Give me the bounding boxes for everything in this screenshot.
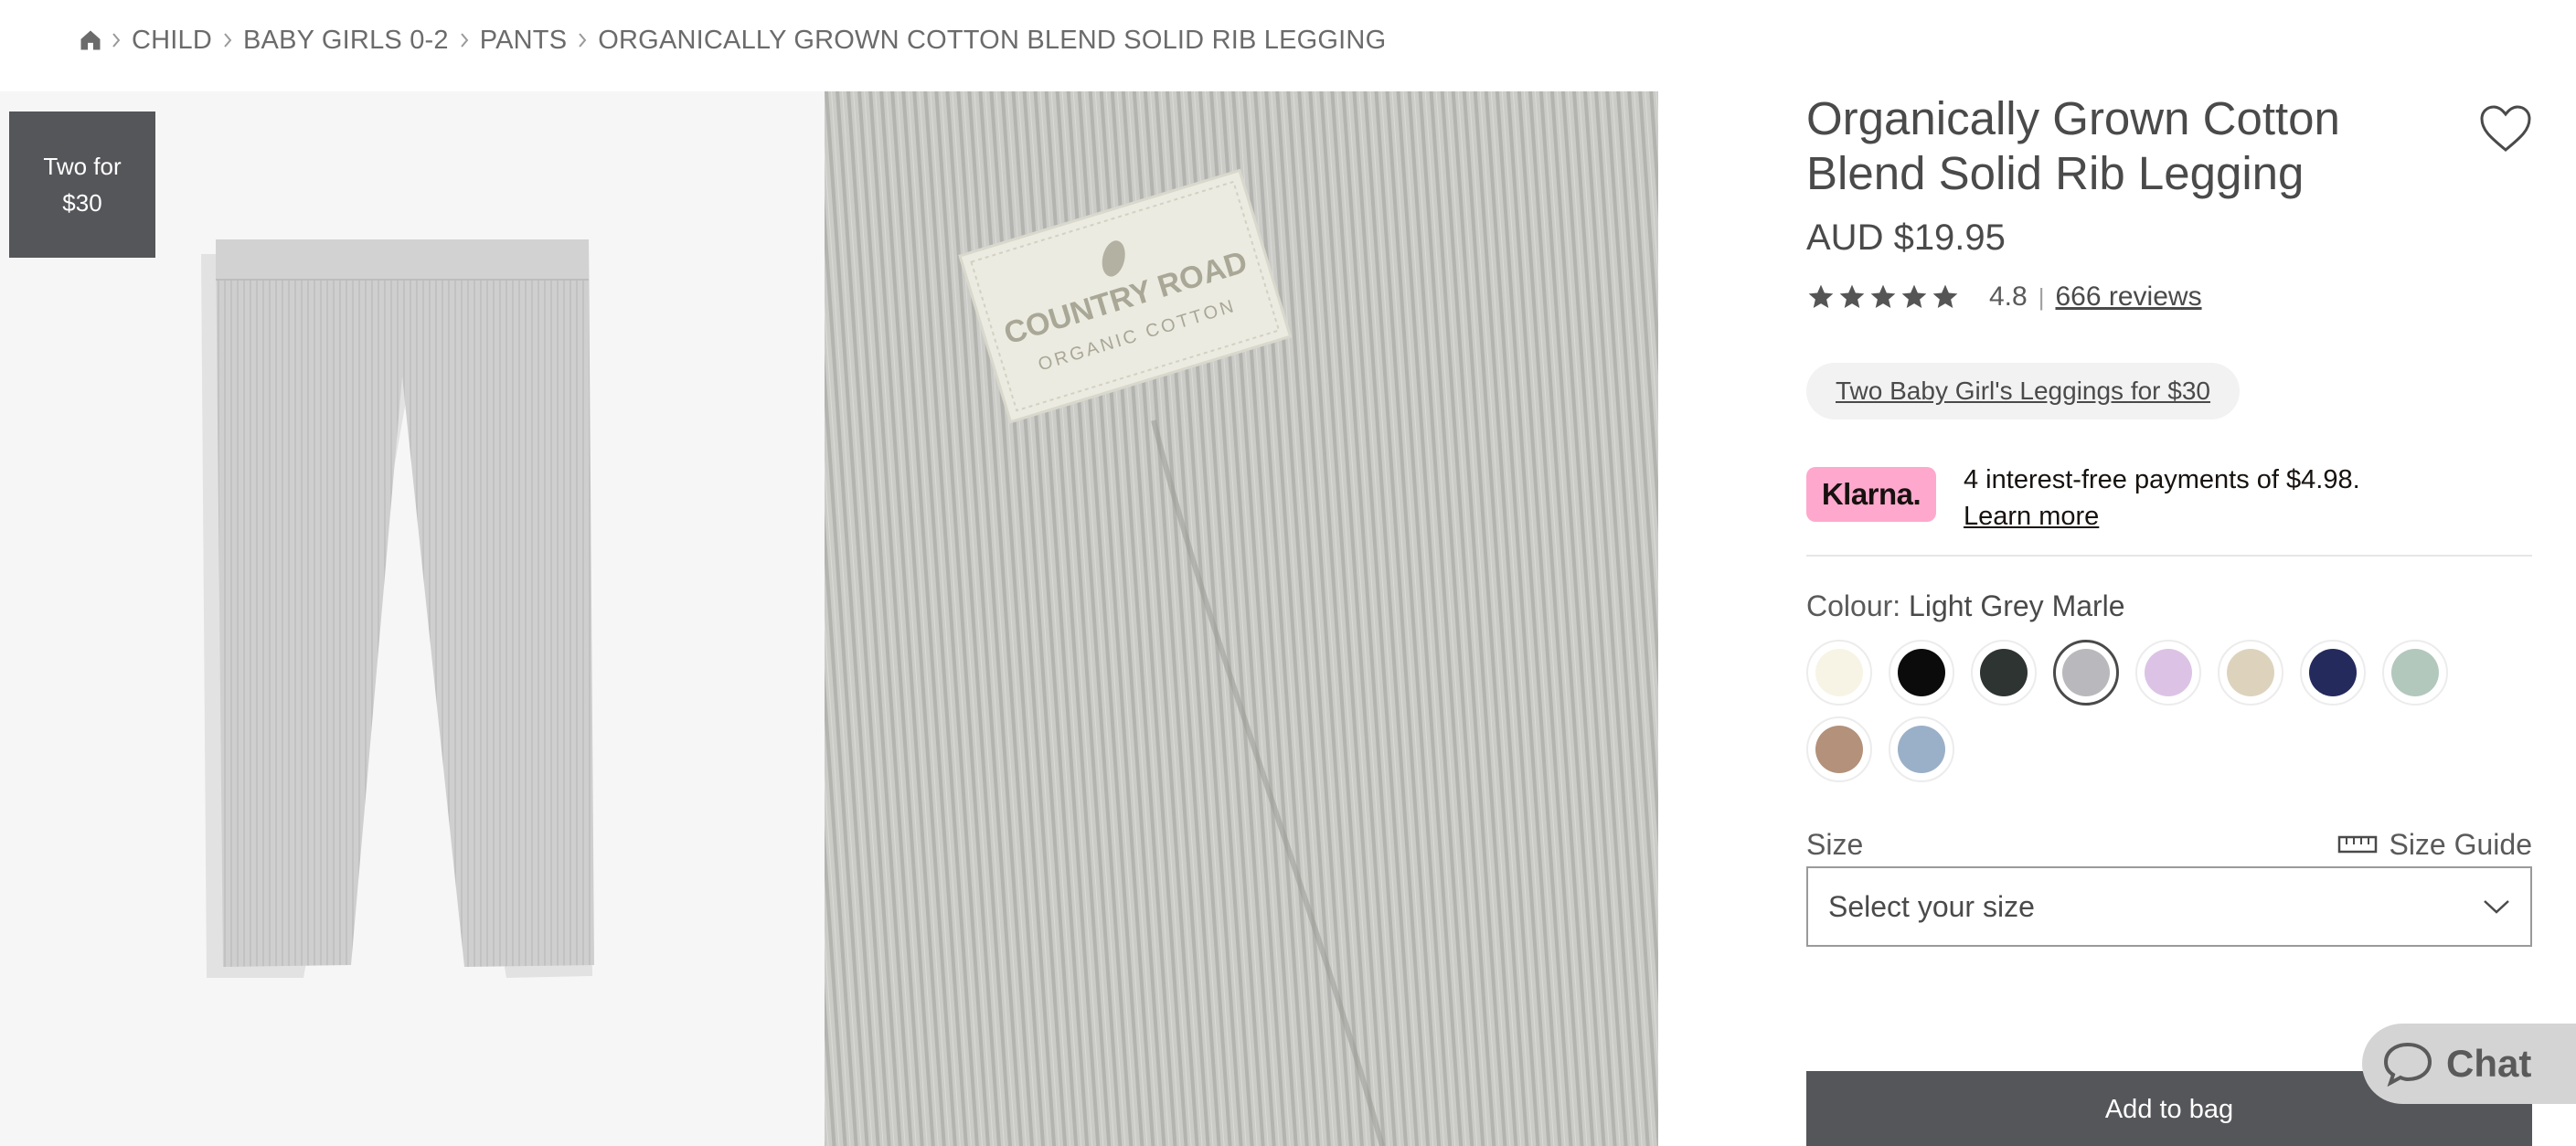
product-image-front[interactable]: Two for $30 [0, 91, 825, 1146]
colour-swatch-ring [1806, 640, 1872, 706]
colour-swatches [1806, 640, 2538, 782]
colour-label-text: Colour: [1806, 589, 1901, 622]
chevron-right-icon [216, 27, 240, 54]
chevron-down-icon [2484, 900, 2509, 914]
colour-swatch[interactable] [1889, 716, 1971, 782]
chevron-right-icon [452, 27, 476, 54]
star-icon [1901, 284, 1927, 308]
colour-label: Colour: Light Grey Marle [1806, 589, 2532, 623]
klarna-installments: Klarna. 4 interest-free payments of $4.9… [1806, 462, 2532, 535]
size-guide-label: Size Guide [2389, 827, 2532, 861]
colour-selected-value: Light Grey Marle [1909, 589, 2125, 622]
breadcrumb-item-child[interactable]: CHILD [128, 26, 216, 56]
colour-swatch-ring [2382, 640, 2448, 706]
colour-swatch-dot [1898, 649, 1945, 696]
colour-swatch-ring [1889, 640, 1954, 706]
colour-swatch-dot [1898, 726, 1945, 773]
colour-swatch-ring [1889, 716, 1954, 782]
product-price: AUD $19.95 [1806, 218, 2006, 258]
breadcrumb-item-baby-girls[interactable]: BABY GIRLS 0-2 [240, 26, 452, 56]
rating-stars [1806, 282, 1960, 312]
size-label: Size [1806, 827, 1864, 861]
colour-swatch-dot [2062, 649, 2110, 696]
rating-summary: 4.8 | 666 reviews [1806, 279, 2532, 315]
colour-swatch[interactable] [2218, 640, 2300, 706]
breadcrumb-item-current[interactable]: ORGANICALLY GROWN COTTON BLEND SOLID RIB… [594, 26, 1389, 56]
size-guide-link[interactable]: Size Guide [2337, 828, 2532, 862]
colour-swatch[interactable] [2053, 640, 2135, 706]
ruler-icon [2338, 835, 2378, 854]
colour-swatch[interactable] [1889, 640, 1971, 706]
chevron-right-icon [570, 27, 594, 54]
colour-swatch[interactable] [1806, 640, 1889, 706]
chevron-right-icon [104, 27, 128, 54]
product-details: Organically Grown Cotton Blend Solid Rib… [1806, 91, 2532, 947]
fabric-closeup: COUNTRY ROAD ORGANIC COTTON [825, 91, 1658, 1146]
breadcrumb: CHILD BABY GIRLS 0-2 PANTS ORGANICALLY G… [77, 20, 1389, 60]
chat-bubble-icon [2383, 1042, 2432, 1087]
home-icon[interactable] [77, 27, 104, 54]
star-icon [1870, 284, 1896, 308]
colour-swatch-dot [1815, 649, 1863, 696]
heart-icon[interactable] [2479, 104, 2532, 154]
colour-swatch-dot [1815, 726, 1863, 773]
product-title: Organically Grown Cotton Blend Solid Rib… [1806, 92, 2340, 199]
colour-swatch-ring [2135, 640, 2201, 706]
product-gallery: Two for $30 COUNTRY ROAD ORGANIC COTTON [0, 91, 1658, 1146]
colour-swatch[interactable] [2382, 640, 2464, 706]
colour-swatch-dot [2391, 649, 2439, 696]
colour-swatch[interactable] [2300, 640, 2382, 706]
colour-swatch-ring [2300, 640, 2366, 706]
colour-swatch-dot [2309, 649, 2357, 696]
size-select-placeholder: Select your size [1828, 889, 2035, 923]
promo-badge: Two for $30 [9, 111, 155, 258]
colour-swatch[interactable] [1806, 716, 1889, 782]
colour-swatch[interactable] [2135, 640, 2218, 706]
colour-swatch[interactable] [1971, 640, 2053, 706]
star-icon [1808, 284, 1834, 308]
promo-offer-link[interactable]: Two Baby Girl's Leggings for $30 [1806, 363, 2241, 419]
colour-swatch-ring [1806, 716, 1872, 782]
size-select[interactable]: Select your size [1806, 866, 2532, 947]
rating-separator: | [2038, 282, 2045, 311]
divider [1806, 555, 2532, 557]
klarna-learn-more-link[interactable]: Learn more [1964, 498, 2360, 535]
star-icon [1932, 284, 1958, 308]
product-image-detail[interactable]: COUNTRY ROAD ORGANIC COTTON [825, 91, 1658, 1146]
star-icon [1839, 284, 1865, 308]
colour-swatch-ring [2053, 640, 2119, 706]
chat-button[interactable]: Chat [2362, 1024, 2576, 1104]
klarna-logo: Klarna. [1806, 467, 1936, 522]
colour-swatch-ring [2218, 640, 2283, 706]
colour-swatch-ring [1971, 640, 2037, 706]
chat-label: Chat [2446, 1042, 2532, 1085]
colour-swatch-dot [2227, 649, 2274, 696]
colour-swatch-dot [1980, 649, 2028, 696]
colour-swatch-dot [2145, 649, 2192, 696]
reviews-link[interactable]: 666 reviews [2055, 281, 2201, 313]
klarna-message: 4 interest-free payments of $4.98. [1964, 465, 2360, 494]
breadcrumb-item-pants[interactable]: PANTS [476, 26, 571, 56]
rating-value: 4.8 [1989, 281, 2028, 312]
